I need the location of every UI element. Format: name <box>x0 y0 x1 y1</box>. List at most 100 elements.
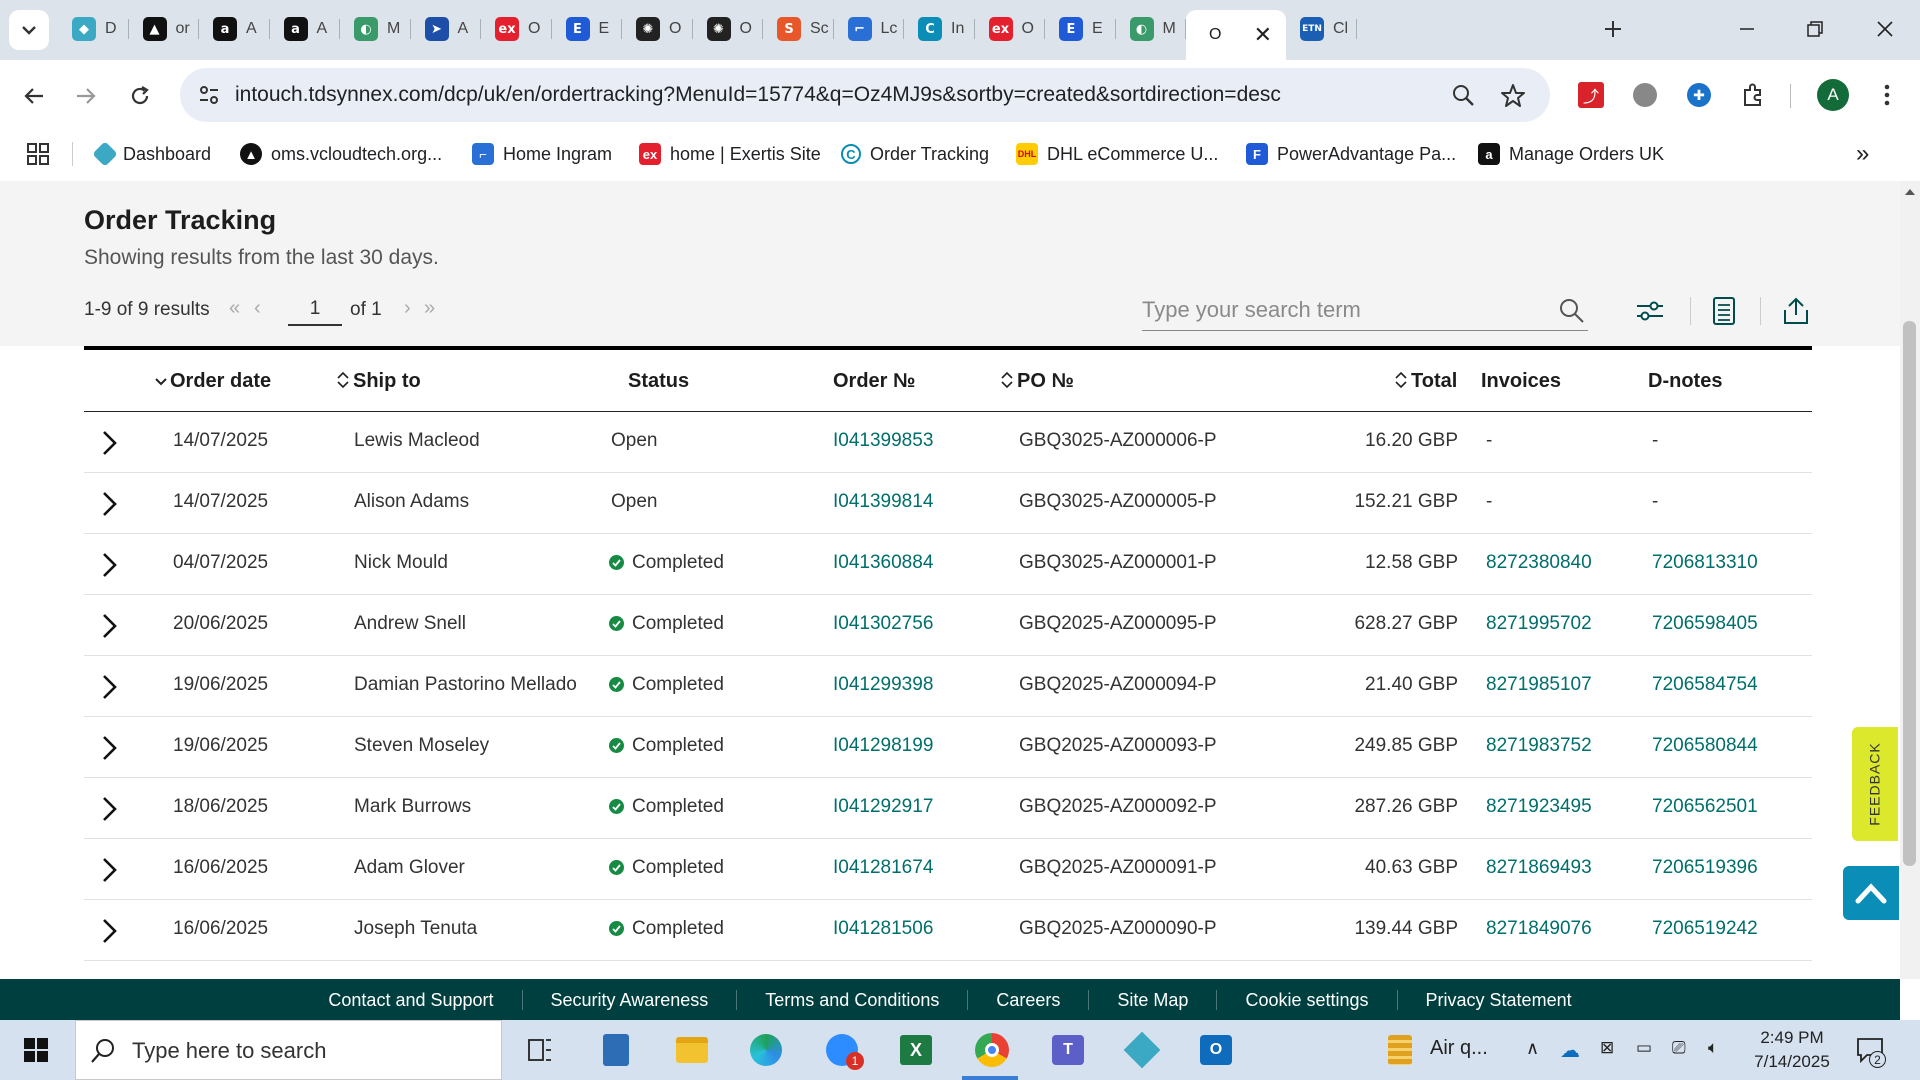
browser-tab[interactable]: ✺ O <box>622 10 693 48</box>
browser-tab[interactable]: EE <box>1045 10 1116 48</box>
browser-tab[interactable]: S Sc <box>763 10 834 48</box>
zoom-app-icon[interactable]: 1 <box>822 1030 864 1070</box>
table-row[interactable]: 16/06/2025 Adam Glover Completed I041281674… <box>84 839 1812 900</box>
pdf-extension-icon[interactable]: ⤴ <box>1576 80 1606 110</box>
prev-page-icon[interactable]: ‹ <box>254 297 261 320</box>
scroll-up-icon[interactable] <box>1904 187 1916 197</box>
browser-tab[interactable]: aA <box>199 10 270 48</box>
browser-tab[interactable]: C In <box>904 10 975 48</box>
order-number-link[interactable]: I041399853 <box>833 430 933 452</box>
zoom-icon[interactable] <box>1452 84 1476 108</box>
profile-avatar[interactable]: A <box>1817 79 1849 111</box>
bookmarks-overflow-icon[interactable]: » <box>1856 138 1869 170</box>
security-icon[interactable]: ⊠ <box>1600 1038 1614 1058</box>
dnote-link[interactable]: 7206580844 <box>1652 735 1758 757</box>
dashboard-app-icon[interactable] <box>1122 1030 1162 1070</box>
sync-extension-icon[interactable]: ✚ <box>1684 80 1714 110</box>
next-page-icon[interactable]: › <box>404 297 411 320</box>
footer-link-sitemap[interactable]: Site Map <box>1089 989 1218 1010</box>
footer-link-terms[interactable]: Terms and Conditions <box>737 989 969 1010</box>
outlook-icon[interactable]: O <box>1196 1030 1236 1070</box>
apps-grid-icon[interactable] <box>26 138 50 170</box>
order-number-link[interactable]: I041281674 <box>833 857 933 879</box>
browser-menu-icon[interactable] <box>1872 80 1902 110</box>
table-row[interactable]: 19/06/2025 Steven Moseley Completed I041298… <box>84 717 1812 778</box>
header-ship-to[interactable]: Ship to <box>336 370 421 393</box>
footer-link-contact[interactable]: Contact and Support <box>300 989 523 1010</box>
expand-row-icon[interactable] <box>96 489 122 519</box>
feedback-tab[interactable]: FEEDBACK <box>1852 727 1898 841</box>
restore-button[interactable] <box>1782 0 1848 58</box>
network-icon[interactable]: ⎚ <box>1672 1038 1686 1058</box>
battery-icon[interactable]: ▭ <box>1636 1038 1652 1058</box>
expand-row-icon[interactable] <box>96 916 122 946</box>
filter-button[interactable] <box>1630 291 1670 331</box>
file-explorer-icon[interactable] <box>672 1030 712 1070</box>
table-row[interactable]: 16/06/2025 Joseph Tenuta Completed I0412815… <box>84 900 1812 961</box>
browser-tab[interactable]: ✺ O <box>693 10 763 48</box>
expand-row-icon[interactable] <box>96 855 122 885</box>
page-scrollbar[interactable] <box>1900 181 1920 979</box>
table-row[interactable]: 19/06/2025 Damian Pastorino Mellado Comple… <box>84 656 1812 717</box>
expand-row-icon[interactable] <box>96 672 122 702</box>
browser-tab[interactable]: ETN Cl <box>1286 10 1357 48</box>
volume-icon[interactable]: 🔈︎ <box>1708 1038 1718 1058</box>
table-row[interactable]: 20/06/2025 Andrew Snell Completed I04130275… <box>84 595 1812 656</box>
share-export-button[interactable] <box>1776 291 1816 331</box>
taskbar-search-input[interactable]: Type here to search <box>75 1020 502 1080</box>
bookmark-order-tracking[interactable]: C Order Tracking <box>841 138 989 170</box>
extensions-puzzle-icon[interactable] <box>1738 80 1768 110</box>
clock[interactable]: 2:49 PM 7/14/2025 <box>1752 1026 1832 1074</box>
order-number-link[interactable]: I041299398 <box>833 674 933 696</box>
browser-tab[interactable]: ◐ M <box>1116 10 1186 48</box>
new-tab-button[interactable] <box>1580 0 1646 58</box>
expand-row-icon[interactable] <box>96 794 122 824</box>
footer-link-security[interactable]: Security Awareness <box>523 989 738 1010</box>
expand-row-icon[interactable] <box>96 611 122 641</box>
browser-tab[interactable]: O ✕ <box>1186 10 1286 60</box>
dnote-link[interactable]: 7206584754 <box>1652 674 1758 696</box>
globe-extension-icon[interactable] <box>1630 80 1660 110</box>
invoice-link[interactable]: 8271869493 <box>1486 857 1592 879</box>
bookmark-dashboard[interactable]: Dashboard <box>92 138 211 170</box>
tab-search-button[interactable] <box>0 0 58 58</box>
order-number-link[interactable]: I041360884 <box>833 552 933 574</box>
close-window-button[interactable] <box>1852 0 1918 58</box>
reload-button[interactable] <box>122 78 158 114</box>
weather-text[interactable]: Air q... <box>1430 1037 1488 1060</box>
order-number-link[interactable]: I041302756 <box>833 613 933 635</box>
minimize-button[interactable] <box>1714 0 1780 58</box>
scrollbar-thumb[interactable] <box>1903 321 1916 866</box>
export-list-button[interactable] <box>1704 291 1744 331</box>
close-tab-icon[interactable]: ✕ <box>1254 22 1272 48</box>
bookmark-home-ingram[interactable]: ⌐ Home Ingram <box>472 138 612 170</box>
page-number-input[interactable]: 1 <box>288 294 342 326</box>
invoice-link[interactable]: 8271985107 <box>1486 674 1592 696</box>
bookmark-manage-orders-uk[interactable]: a Manage Orders UK <box>1478 138 1664 170</box>
header-po-no[interactable]: PO № <box>1000 370 1074 393</box>
bookmark-oms[interactable]: ▲ oms.vcloudtech.org... <box>240 138 442 170</box>
last-page-icon[interactable]: » <box>424 297 435 320</box>
onedrive-icon[interactable]: ☁ <box>1560 1038 1580 1063</box>
order-number-link[interactable]: I041292917 <box>833 796 933 818</box>
expand-row-icon[interactable] <box>96 733 122 763</box>
dnote-link[interactable]: 7206598405 <box>1652 613 1758 635</box>
bookmark-exertis[interactable]: ex home | Exertis Site <box>639 138 821 170</box>
show-hidden-icons[interactable]: ∧ <box>1526 1038 1539 1059</box>
footer-link-careers[interactable]: Careers <box>968 989 1090 1010</box>
table-row[interactable]: 18/06/2025 Mark Burrows Completed I04129291… <box>84 778 1812 839</box>
notifications-icon[interactable]: 2 <box>1850 1030 1890 1070</box>
forward-button[interactable] <box>68 78 104 114</box>
invoice-link[interactable]: 8271923495 <box>1486 796 1592 818</box>
browser-tab[interactable]: ex O <box>481 10 552 48</box>
footer-link-cookies[interactable]: Cookie settings <box>1217 989 1398 1010</box>
browser-tab[interactable]: ▲ or <box>129 10 199 48</box>
table-row[interactable]: 04/07/2025 Nick Mould Completed I041360884 G… <box>84 534 1812 595</box>
teams-icon[interactable]: T <box>1048 1030 1088 1070</box>
start-button[interactable] <box>16 1030 56 1070</box>
chrome-icon[interactable] <box>972 1030 1012 1070</box>
invoice-link[interactable]: 8271849076 <box>1486 918 1592 940</box>
first-page-icon[interactable]: « <box>229 297 240 320</box>
bookmark-poweradvantage[interactable]: F PowerAdvantage Pa... <box>1246 138 1456 170</box>
excel-icon[interactable]: X <box>896 1030 936 1070</box>
